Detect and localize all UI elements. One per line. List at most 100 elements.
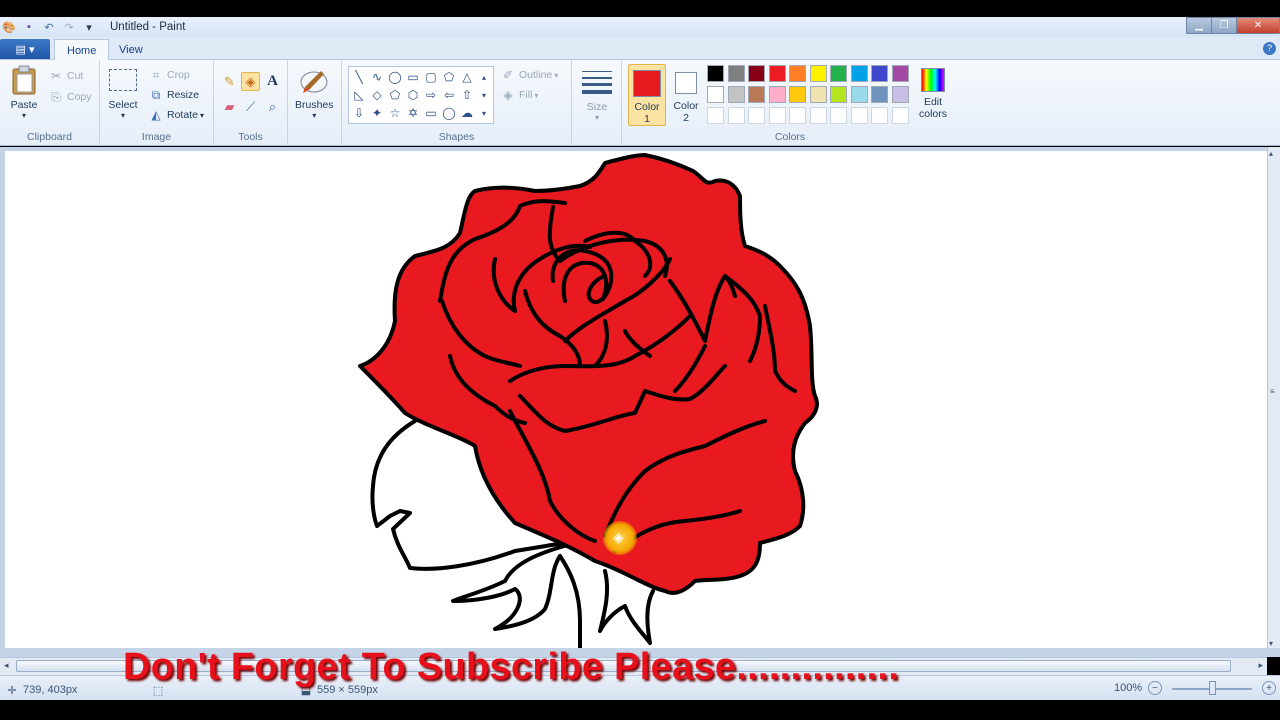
tab-view[interactable]: View: [107, 39, 155, 61]
zoom-out-icon[interactable]: −: [1148, 681, 1162, 695]
curve-shape-icon[interactable]: ∿: [368, 68, 386, 86]
fill-button[interactable]: ◈ Fill ▾: [500, 87, 538, 103]
maximize-button[interactable]: ❐: [1211, 17, 1237, 34]
oval-shape-icon[interactable]: ◯: [386, 68, 404, 86]
close-button[interactable]: ✕: [1236, 17, 1280, 34]
palette-swatch[interactable]: [809, 107, 827, 124]
file-menu-button[interactable]: ▤ ▾: [0, 39, 50, 59]
oval-callout-shape-icon[interactable]: ◯: [440, 104, 458, 122]
color-picker-icon[interactable]: ⟋: [241, 97, 260, 116]
right-triangle-shape-icon[interactable]: ◺: [350, 86, 368, 104]
palette-swatch[interactable]: [891, 86, 909, 103]
rotate-button[interactable]: ◭ Rotate ▾: [148, 107, 204, 123]
palette-swatch[interactable]: [707, 107, 724, 124]
palette-swatch[interactable]: [871, 107, 888, 124]
outline-button[interactable]: ✐ Outline ▾: [500, 67, 558, 83]
color2-selector[interactable]: Color 2: [668, 64, 704, 126]
redo-icon[interactable]: ↷: [62, 20, 76, 34]
rotate-dropdown-icon[interactable]: ▾: [200, 111, 204, 120]
minimize-button[interactable]: ▁: [1186, 17, 1212, 34]
palette-swatch[interactable]: [809, 86, 827, 103]
fill-bucket-icon[interactable]: ◈: [241, 72, 260, 91]
text-tool-icon[interactable]: A: [263, 72, 282, 91]
palette-swatch[interactable]: [727, 65, 745, 82]
polygon-shape-icon[interactable]: ⬠: [440, 68, 458, 86]
palette-swatch[interactable]: [850, 107, 868, 124]
palette-swatch[interactable]: [707, 86, 724, 103]
palette-swatch[interactable]: [707, 65, 724, 82]
hexagon-shape-icon[interactable]: ⬡: [404, 86, 422, 104]
palette-swatch[interactable]: [809, 65, 827, 82]
rounded-rectangle-shape-icon[interactable]: ▢: [422, 68, 440, 86]
left-arrow-shape-icon[interactable]: ⇦: [440, 86, 458, 104]
drawing-canvas[interactable]: [5, 151, 1267, 648]
quick-access-dropdown-icon[interactable]: ▾: [82, 20, 96, 34]
scroll-up-icon[interactable]: ▴: [1269, 149, 1273, 158]
magnifier-icon[interactable]: ⌕: [263, 97, 282, 116]
scroll-right-icon[interactable]: ▸: [1258, 660, 1263, 671]
brushes-button[interactable]: Brushes ▾: [295, 64, 334, 120]
zoom-slider-thumb[interactable]: [1209, 681, 1216, 695]
size-button[interactable]: Size ▾: [581, 66, 613, 122]
paste-dropdown-icon[interactable]: ▾: [22, 111, 26, 120]
down-arrow-shape-icon[interactable]: ⇩: [350, 104, 368, 122]
right-arrow-shape-icon[interactable]: ⇨: [422, 86, 440, 104]
palette-swatch[interactable]: [850, 65, 868, 82]
palette-swatch[interactable]: [830, 65, 847, 82]
palette-swatch[interactable]: [850, 86, 868, 103]
resize-button[interactable]: ⧉ Resize: [148, 87, 199, 103]
palette-swatch[interactable]: [748, 86, 765, 103]
copy-button[interactable]: ⎘ Copy: [48, 89, 91, 105]
cloud-callout-shape-icon[interactable]: ☁: [458, 104, 476, 122]
palette-swatch[interactable]: [789, 86, 806, 103]
help-icon[interactable]: ?: [1263, 42, 1276, 55]
save-icon[interactable]: ▪: [22, 20, 36, 34]
rectangle-shape-icon[interactable]: ▭: [404, 68, 422, 86]
paint-app-icon[interactable]: 🎨: [2, 20, 16, 34]
up-arrow-shape-icon[interactable]: ⇧: [458, 86, 476, 104]
palette-swatch[interactable]: [871, 86, 888, 103]
pentagon-shape-icon[interactable]: ⬠: [386, 86, 404, 104]
cut-button[interactable]: ✂ Cut: [48, 68, 83, 84]
four-point-star-shape-icon[interactable]: ✦: [368, 104, 386, 122]
pencil-icon[interactable]: ✎: [220, 72, 239, 91]
palette-swatch[interactable]: [727, 107, 745, 124]
palette-swatch[interactable]: [891, 65, 909, 82]
edit-colors-button[interactable]: Edit colors: [914, 64, 952, 126]
palette-swatch[interactable]: [789, 65, 806, 82]
five-point-star-shape-icon[interactable]: ☆: [386, 104, 404, 122]
select-dropdown-icon[interactable]: ▾: [121, 111, 125, 120]
undo-icon[interactable]: ↶: [42, 20, 56, 34]
rounded-callout-shape-icon[interactable]: ▭: [422, 104, 440, 122]
paste-button[interactable]: Paste ▾: [8, 64, 40, 120]
palette-swatch[interactable]: [830, 107, 847, 124]
scroll-left-icon[interactable]: ◂: [4, 660, 9, 671]
color1-selector[interactable]: Color 1: [628, 64, 666, 126]
palette-swatch[interactable]: [789, 107, 806, 124]
palette-swatch[interactable]: [768, 107, 786, 124]
palette-swatch[interactable]: [748, 107, 765, 124]
palette-swatch[interactable]: [727, 86, 745, 103]
palette-swatch[interactable]: [871, 65, 888, 82]
vertical-scrollbar[interactable]: ▴ ≡ ▾: [1267, 147, 1280, 648]
palette-swatch[interactable]: [830, 86, 847, 103]
eraser-icon[interactable]: ▰: [220, 97, 239, 116]
palette-swatch[interactable]: [748, 65, 765, 82]
brushes-dropdown-icon[interactable]: ▾: [312, 111, 316, 120]
six-point-star-shape-icon[interactable]: ✡: [404, 104, 422, 122]
shapes-scroll-up-icon[interactable]: ▴: [477, 68, 491, 86]
tab-home[interactable]: Home: [54, 39, 110, 61]
scroll-down-icon[interactable]: ▾: [1269, 639, 1273, 648]
crop-button[interactable]: ⌗ Crop: [148, 67, 190, 83]
shapes-expand-icon[interactable]: ▾: [477, 104, 491, 122]
palette-swatch[interactable]: [768, 65, 786, 82]
palette-swatch[interactable]: [768, 86, 786, 103]
palette-swatch[interactable]: [891, 107, 909, 124]
zoom-in-icon[interactable]: +: [1262, 681, 1276, 695]
scroll-grip-icon[interactable]: ≡: [1270, 387, 1275, 396]
shapes-scroll-down-icon[interactable]: ▾: [477, 86, 491, 104]
diamond-shape-icon[interactable]: ◇: [368, 86, 386, 104]
triangle-shape-icon[interactable]: △: [458, 68, 476, 86]
select-button[interactable]: Select ▾: [107, 64, 139, 120]
line-shape-icon[interactable]: ╲: [350, 68, 368, 86]
